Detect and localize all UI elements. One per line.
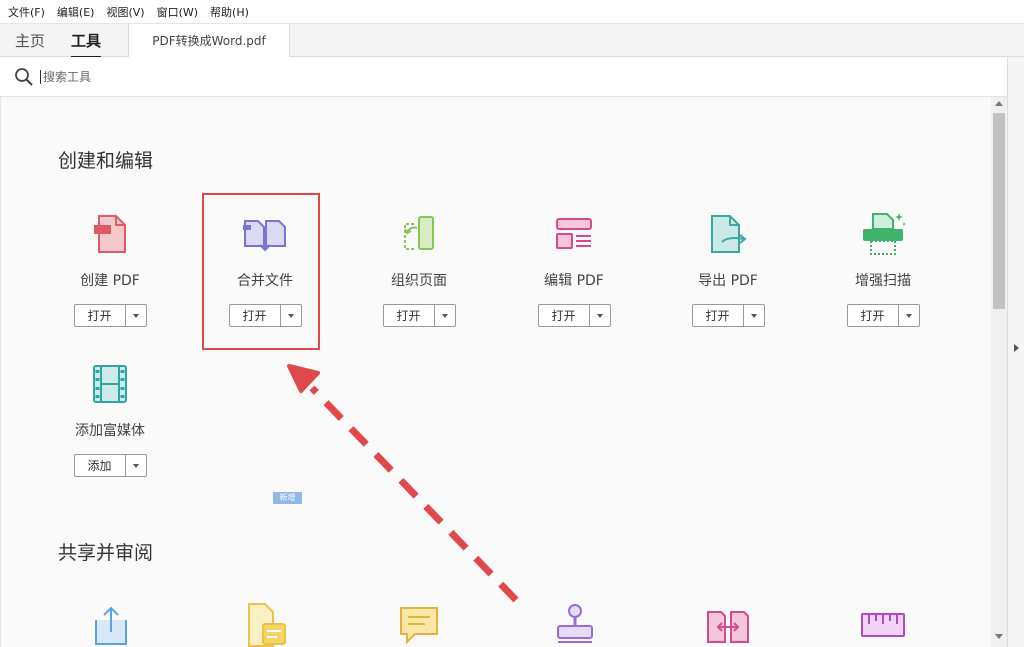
dropdown-button[interactable] bbox=[126, 455, 146, 476]
chevron-down-icon bbox=[441, 313, 448, 318]
tab-tools[interactable]: 工具 bbox=[71, 30, 102, 58]
tool-label: 添加富媒体 bbox=[75, 423, 145, 439]
tool-label: 创建 PDF bbox=[80, 273, 140, 289]
right-panel bbox=[1007, 57, 1024, 647]
scrollbar-thumb[interactable] bbox=[993, 113, 1005, 309]
share-icon[interactable] bbox=[88, 602, 134, 647]
measure-icon[interactable] bbox=[860, 602, 906, 647]
new-badge: 新增 bbox=[273, 492, 302, 504]
add-button[interactable]: 添加 bbox=[75, 455, 126, 476]
tool-edit-pdf[interactable]: 编辑 PDF 打开 bbox=[514, 210, 634, 327]
open-button[interactable]: 打开 bbox=[848, 305, 899, 326]
menu-edit[interactable]: 编辑(E) bbox=[57, 4, 95, 20]
export-pdf-icon bbox=[704, 210, 752, 258]
stamp-icon[interactable] bbox=[552, 602, 598, 647]
chevron-down-icon bbox=[132, 463, 139, 468]
scroll-down-arrow-icon[interactable] bbox=[995, 634, 1003, 639]
chevron-down-icon bbox=[132, 313, 139, 318]
section-title-create-edit: 创建和编辑 bbox=[58, 150, 154, 172]
search-icon[interactable] bbox=[14, 67, 34, 87]
dropdown-button[interactable] bbox=[744, 305, 764, 326]
open-button[interactable]: 打开 bbox=[75, 305, 126, 326]
menu-window[interactable]: 窗口(W) bbox=[157, 4, 198, 20]
tool-export-pdf[interactable]: 导出 PDF 打开 bbox=[668, 210, 788, 327]
send-for-comments-icon[interactable] bbox=[243, 602, 289, 647]
open-button[interactable]: 打开 bbox=[693, 305, 744, 326]
scroll-up-arrow-icon[interactable] bbox=[995, 101, 1003, 106]
section-title-share-review: 共享并审阅 bbox=[58, 542, 154, 564]
open-button-group: 打开 bbox=[846, 304, 920, 327]
tool-label: 导出 PDF bbox=[698, 273, 758, 289]
dropdown-button[interactable] bbox=[435, 305, 455, 326]
tool-label: 编辑 PDF bbox=[544, 273, 604, 289]
menu-bar: 文件(F) 编辑(E) 视图(V) 窗口(W) 帮助(H) bbox=[0, 0, 1024, 24]
open-button-group: 打开 bbox=[73, 304, 147, 327]
tool-rich-media[interactable]: 添加富媒体 添加 bbox=[50, 360, 170, 477]
tab-bar: 主页 工具 PDF转换成Word.pdf bbox=[0, 24, 1024, 58]
tool-label: 增强扫描 bbox=[855, 273, 911, 289]
compare-files-icon[interactable] bbox=[705, 602, 751, 647]
open-button-group: 打开 bbox=[382, 304, 456, 327]
enhance-scan-icon bbox=[859, 210, 907, 258]
tool-label: 组织页面 bbox=[391, 273, 447, 289]
add-button-group: 添加 bbox=[73, 454, 147, 477]
search-bar bbox=[0, 57, 1007, 97]
menu-help[interactable]: 帮助(H) bbox=[210, 4, 249, 20]
edit-pdf-icon bbox=[550, 210, 598, 258]
open-button-group: 打开 bbox=[537, 304, 611, 327]
chevron-down-icon bbox=[750, 313, 757, 318]
document-tab[interactable]: PDF转换成Word.pdf bbox=[128, 24, 290, 57]
vertical-scrollbar[interactable] bbox=[991, 97, 1007, 647]
create-pdf-icon bbox=[86, 210, 134, 258]
organize-pages-icon bbox=[395, 210, 443, 258]
dropdown-button[interactable] bbox=[899, 305, 919, 326]
chevron-down-icon bbox=[905, 313, 912, 318]
open-button[interactable]: 打开 bbox=[384, 305, 435, 326]
dropdown-button[interactable] bbox=[126, 305, 146, 326]
open-button-group: 打开 bbox=[691, 304, 765, 327]
expand-panel-icon[interactable] bbox=[1014, 344, 1019, 352]
open-button[interactable]: 打开 bbox=[539, 305, 590, 326]
chevron-down-icon bbox=[596, 313, 603, 318]
tool-enhance-scan[interactable]: 增强扫描 打开 bbox=[823, 210, 943, 327]
comment-icon[interactable] bbox=[397, 602, 443, 647]
tab-home[interactable]: 主页 bbox=[15, 30, 45, 51]
search-input[interactable] bbox=[40, 69, 340, 84]
menu-file[interactable]: 文件(F) bbox=[8, 4, 45, 20]
tool-organize-pages[interactable]: 组织页面 打开 bbox=[359, 210, 479, 327]
tool-create-pdf[interactable]: 创建 PDF 打开 bbox=[50, 210, 170, 327]
menu-view[interactable]: 视图(V) bbox=[106, 4, 144, 20]
highlight-box bbox=[202, 193, 320, 350]
rich-media-icon bbox=[86, 360, 134, 408]
dropdown-button[interactable] bbox=[590, 305, 610, 326]
